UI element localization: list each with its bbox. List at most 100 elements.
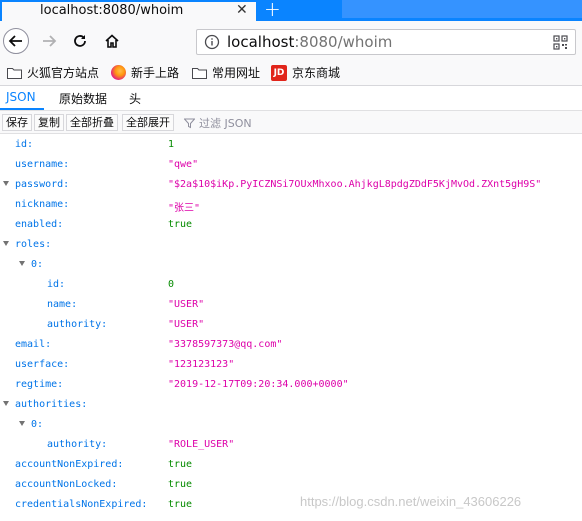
json-key: authority:	[47, 319, 108, 330]
tab-json[interactable]: JSON	[6, 90, 36, 104]
info-icon[interactable]	[204, 34, 220, 50]
url-text: localhost:8080/whoim	[227, 33, 392, 51]
json-row[interactable]: 0:	[0, 415, 582, 435]
home-button[interactable]	[99, 28, 125, 54]
json-key: 0:	[31, 259, 44, 270]
bookmark-common-sites[interactable]: 常用网址	[192, 64, 260, 81]
json-row[interactable]: 0:	[0, 255, 582, 275]
json-row: nickname: "张三"	[0, 195, 582, 215]
bookmark-getting-started[interactable]: 新手上路	[111, 64, 179, 81]
url-path: :8080/whoim	[294, 33, 393, 51]
json-key: id:	[15, 139, 34, 150]
tab-raw-data[interactable]: 原始数据	[59, 90, 107, 107]
json-key: userface:	[15, 359, 70, 370]
url-bar[interactable]: localhost:8080/whoim	[196, 29, 576, 55]
browser-tab[interactable]: localhost:8080/whoim ✕	[2, 0, 256, 21]
collapse-all-button[interactable]: 全部折叠	[66, 114, 118, 131]
reload-icon	[74, 35, 86, 47]
qr-code-icon[interactable]	[553, 35, 568, 50]
watermark: https://blog.csdn.net/weixin_43606226	[300, 494, 522, 509]
json-key: credentialsNonExpired:	[15, 499, 148, 510]
new-tab-icon[interactable]: +	[264, 0, 281, 21]
json-value: "张三"	[168, 203, 201, 214]
json-value: true	[168, 459, 193, 470]
expand-toggle-icon[interactable]	[3, 181, 9, 186]
firefox-icon	[111, 65, 126, 80]
expand-toggle-icon[interactable]	[3, 401, 9, 406]
json-value: "2019-12-17T09:20:34.000+0000"	[168, 379, 349, 390]
active-tab-indicator	[0, 108, 44, 110]
reload-button[interactable]	[67, 28, 93, 54]
json-key: email:	[15, 339, 52, 350]
json-row: id: 0	[0, 275, 582, 295]
bookmark-label: 火狐官方站点	[27, 66, 100, 80]
copy-button[interactable]: 复制	[34, 114, 64, 131]
bookmarks-bar: 火狐官方站点 新手上路 常用网址 JD 京东商城	[0, 59, 582, 86]
json-row: username: "qwe"	[0, 155, 582, 175]
json-row: id: 1	[0, 135, 582, 155]
json-value: "USER"	[168, 319, 205, 330]
json-row: regtime: "2019-12-17T09:20:34.000+0000"	[0, 375, 582, 395]
json-value: true	[168, 479, 193, 490]
json-row[interactable]: authorities:	[0, 395, 582, 415]
json-key: accountNonLocked:	[15, 479, 118, 490]
json-value: "qwe"	[168, 159, 199, 170]
viewer-tabs: JSON 原始数据 头	[0, 87, 582, 111]
json-key: nickname:	[15, 199, 70, 210]
json-key: password:	[15, 179, 70, 190]
jd-icon: JD	[271, 64, 287, 81]
bookmark-label: 常用网址	[212, 66, 261, 80]
json-row: accountNonExpired: true	[0, 455, 582, 475]
expand-all-button[interactable]: 全部展开	[122, 114, 174, 131]
url-host: localhost	[227, 33, 295, 51]
json-tree: id: 1 username: "qwe" password: "$2a$10$iKp.P…	[0, 135, 582, 515]
tab-strip-blank	[338, 0, 582, 21]
json-value: "123123123"	[168, 359, 235, 370]
arrow-right-icon	[43, 35, 57, 47]
json-row: email: "3378597373@qq.com"	[0, 335, 582, 355]
json-value: "3378597373@qq.com"	[168, 339, 283, 350]
json-value: "ROLE_USER"	[168, 439, 235, 450]
close-tab-icon[interactable]: ✕	[236, 2, 248, 18]
forward-button[interactable]	[36, 28, 62, 54]
folder-icon	[192, 67, 207, 79]
home-icon	[105, 34, 119, 48]
bookmark-jd-mall[interactable]: JD 京东商城	[271, 64, 340, 81]
nav-bar: localhost:8080/whoim	[0, 21, 582, 59]
json-row[interactable]: roles:	[0, 235, 582, 255]
filter-icon	[184, 118, 195, 128]
json-key: accountNonExpired:	[15, 459, 124, 470]
json-row: userface: "123123123"	[0, 355, 582, 375]
json-key: enabled:	[15, 219, 64, 230]
tab-strip: localhost:8080/whoim ✕ +	[0, 0, 582, 21]
arrow-left-icon	[8, 35, 22, 47]
json-key: username:	[15, 159, 70, 170]
back-button[interactable]	[3, 28, 29, 54]
filter-json-input[interactable]: 过滤 JSON	[184, 115, 252, 131]
json-value: 1	[168, 139, 175, 150]
json-row: authority: "USER"	[0, 315, 582, 335]
json-key: id:	[47, 279, 66, 290]
expand-toggle-icon[interactable]	[3, 241, 9, 246]
json-value: true	[168, 219, 193, 230]
bookmark-label: 新手上路	[131, 66, 180, 80]
viewer-toolbar: 保存 复制 全部折叠 全部展开 过滤 JSON	[0, 111, 582, 134]
json-key: roles:	[15, 239, 52, 250]
json-row[interactable]: password: "$2a$10$iKp.PyICZNSi7OUxMhxoo.A…	[0, 175, 582, 195]
tab-title: localhost:8080/whoim	[40, 3, 184, 18]
json-key: authorities:	[15, 399, 88, 410]
tab-headers[interactable]: 头	[129, 90, 141, 107]
json-value: "$2a$10$iKp.PyICZNSi7OUxMhxoo.AhjkgL8pdg…	[168, 179, 542, 190]
folder-icon	[7, 67, 22, 79]
json-key: name:	[47, 299, 78, 310]
bookmark-firefox-official[interactable]: 火狐官方站点	[7, 64, 99, 81]
json-value: "USER"	[168, 299, 205, 310]
json-row: name: "USER"	[0, 295, 582, 315]
json-row: accountNonLocked: true	[0, 475, 582, 495]
bookmark-label: 京东商城	[292, 66, 341, 80]
save-button[interactable]: 保存	[2, 114, 32, 131]
expand-toggle-icon[interactable]	[19, 421, 25, 426]
json-key: authority:	[47, 439, 108, 450]
expand-toggle-icon[interactable]	[19, 261, 25, 266]
json-key: regtime:	[15, 379, 64, 390]
